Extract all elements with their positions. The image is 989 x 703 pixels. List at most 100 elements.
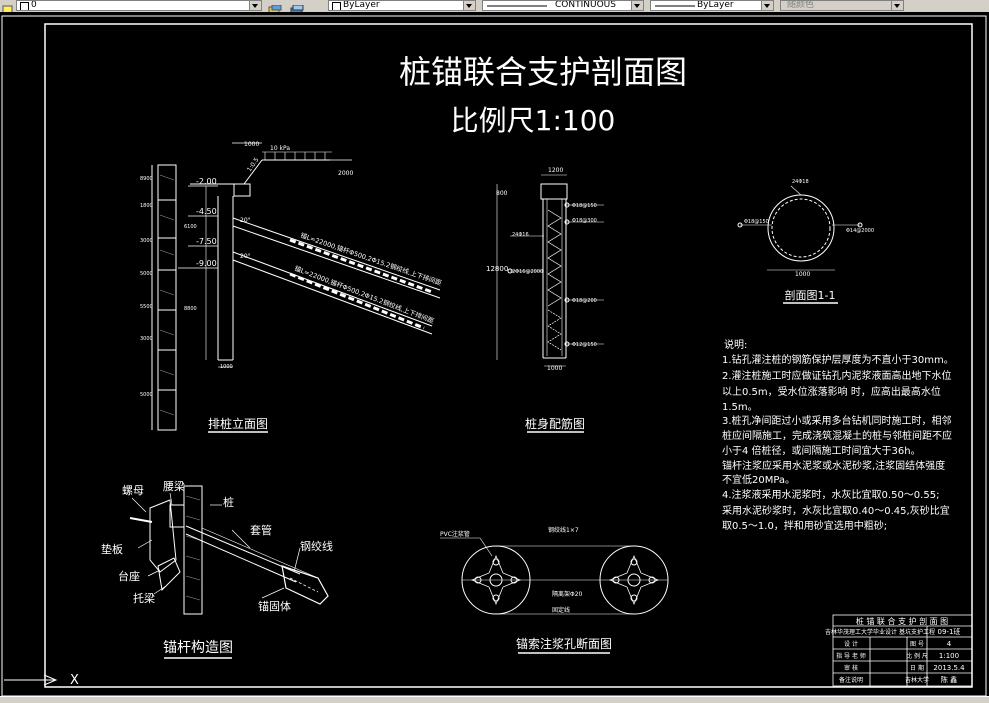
title-block-drawing-no: 4 bbox=[947, 640, 952, 648]
lineweight-dropdown-value: ByLayer bbox=[697, 0, 734, 10]
chevron-down-icon[interactable] bbox=[463, 1, 475, 10]
pile-elev-angle-2: 20° bbox=[240, 253, 251, 260]
rebar-label-2: Φ18@300 bbox=[572, 218, 597, 224]
title-block-school: 吉林大学 bbox=[905, 676, 929, 684]
anchor-label-bracket: 托梁 bbox=[133, 591, 155, 605]
layer-state-icon[interactable] bbox=[2, 0, 14, 12]
rebar-dim-left-top: 800 bbox=[496, 190, 508, 197]
chevron-down-icon bbox=[891, 1, 903, 10]
pile-elev-level-1: -2.00 bbox=[196, 177, 217, 186]
pile-elev-dim-right: 2000 bbox=[338, 170, 353, 177]
section-top-label: 24Φ18 bbox=[792, 179, 809, 185]
title-block-title: 桩 锚 联 合 支 护 剖 面 图 bbox=[856, 616, 948, 626]
grout-label-pvc: PVC注浆管 bbox=[440, 530, 470, 538]
pile-elevation-view bbox=[151, 142, 441, 431]
anchor-label-strand: 钢绞线 bbox=[300, 539, 333, 553]
section-1-1-view bbox=[737, 185, 863, 271]
chevron-down-icon[interactable] bbox=[631, 1, 643, 10]
grout-label-wire: 固定线 bbox=[552, 606, 570, 614]
linetype-dropdown[interactable]: CONTINUOUS bbox=[482, 0, 644, 11]
pile-elev-side-dim-4: 5000 bbox=[140, 271, 153, 277]
anchor-label-base: 台座 bbox=[118, 569, 140, 583]
notes-line-8: 锚杆注浆应采用水泥浆或水泥砂浆,注浆固结体强度 bbox=[722, 459, 945, 472]
notes-line-12: 取0.5～1.0，拌和用砂宜选用中粗砂; bbox=[722, 519, 887, 532]
linetype-preview-icon bbox=[487, 5, 547, 7]
rebar-label-3: Φ18@200 bbox=[572, 298, 597, 304]
anchor-label-sleeve: 套管 bbox=[250, 523, 272, 537]
drawing-canvas[interactable]: 桩锚联合支护剖面图 比例尺1:100 1000 10 kPa 2000 1:0.… bbox=[0, 12, 989, 698]
lineweight-dropdown[interactable]: ByLayer bbox=[650, 0, 774, 11]
pile-elev-side-dim-5: 5500 bbox=[140, 304, 153, 310]
layer-previous-icon[interactable] bbox=[268, 0, 282, 12]
anchor-label-pad: 垫板 bbox=[101, 542, 123, 556]
notes-line-7: 小于4 倍桩径，或间隔施工时间宜大于36h。 bbox=[722, 444, 921, 457]
linetype-dropdown-value: CONTINUOUS bbox=[555, 0, 616, 10]
title-block-drawing-no-label: 图 号 bbox=[910, 641, 924, 648]
rebar-bottom-dim: 1000 bbox=[547, 365, 562, 372]
title-block-scale-label: 比 例 尺 bbox=[906, 652, 928, 660]
anchor-label-pile: 桩 bbox=[223, 495, 234, 509]
pile-elev-level-3: -7.50 bbox=[196, 237, 217, 246]
drawing-title: 桩锚联合支护剖面图 bbox=[399, 53, 687, 91]
notes-line-6: 桩应间隔施工，完成浇筑混凝土的桩与邻桩间距不应 bbox=[722, 429, 952, 442]
pile-elev-level-2: -4.50 bbox=[196, 207, 217, 216]
anchor-label-waist-beam: 腰梁 bbox=[163, 479, 185, 493]
pile-elev-side-dim-6: 3000 bbox=[140, 336, 153, 342]
title-block-date-label: 日 期 bbox=[910, 664, 924, 672]
plotstyle-dropdown-value: 随颜色 bbox=[787, 0, 815, 10]
layers-icon[interactable] bbox=[290, 0, 304, 12]
pile-elev-inner-dim-1: 6100 bbox=[184, 224, 197, 230]
lineweight-preview-icon bbox=[655, 5, 695, 7]
notes-line-11: 采用水泥砂浆时，水灰比宜取0.40～0.45,灰砂比宜 bbox=[722, 504, 950, 517]
grout-label-strand: 钢绞线1×7 bbox=[548, 526, 579, 534]
pile-elev-inner-dim-2: 8800 bbox=[184, 306, 197, 312]
pile-elev-side-dim-3: 3000 bbox=[140, 238, 153, 244]
color-dropdown[interactable]: ByLayer bbox=[328, 0, 476, 11]
title-block-remarks: 备注说明 bbox=[839, 676, 863, 684]
plotstyle-dropdown: 随颜色 bbox=[780, 0, 904, 11]
layer-dropdown[interactable]: 0 bbox=[16, 0, 262, 11]
notes-line-3: 以上0.5m，受水位涨落影响 时，应高出最高水位 bbox=[722, 385, 941, 398]
title-block-review: 审 核 bbox=[844, 664, 858, 672]
section-1-1-label: 剖面图1-1 bbox=[785, 288, 836, 302]
pile-elev-angle-1: 20° bbox=[240, 217, 251, 224]
rebar-label-1: Φ18@150 bbox=[572, 203, 597, 209]
title-block-project: 吉林华茂理工大学毕业设计 基坑支护工程 bbox=[825, 628, 935, 636]
title-block-advisor: 指 导 老 师 bbox=[836, 652, 866, 660]
section-width: 1000 bbox=[795, 271, 810, 278]
title-block-author: 陈 鑫 bbox=[941, 675, 957, 684]
anchor-construction-label: 锚杆构造图 bbox=[163, 640, 233, 656]
section-right-label: Φ14@2000 bbox=[846, 228, 874, 234]
section-left-label: Φ18@150 bbox=[744, 219, 769, 225]
grout-label-spacer: 隔离架Φ20 bbox=[552, 590, 583, 598]
anchor-label-body: 锚固体 bbox=[258, 599, 291, 613]
notes-line-2: 2.灌注桩施工时应做证钻孔内泥浆液面高出地下水位 bbox=[722, 369, 952, 382]
drawing-scale: 比例尺1:100 bbox=[451, 104, 616, 137]
pile-elev-load: 10 kPa bbox=[270, 145, 290, 152]
rebar-label-4: Φ12@150 bbox=[572, 342, 597, 348]
anchor-grout-view bbox=[440, 537, 669, 615]
notes-line-1: 1.钻孔灌注桩的钢筋保护层厚度为不直小于30mm。 bbox=[722, 353, 954, 366]
rebar-label-5: 2Φ16@2000 bbox=[512, 269, 543, 275]
anchor-grout-label: 锚索注浆孔断面图 bbox=[516, 636, 612, 651]
title-block-scale: 1:100 bbox=[939, 652, 959, 660]
pile-elev-side-dim-1: 8900 bbox=[140, 176, 153, 182]
pile-elevation-label: 排桩立面图 bbox=[208, 416, 268, 431]
notes-line-5: 3.桩孔净间距过小或采用多台钻机同时施工时，相邻 bbox=[722, 414, 952, 427]
rebar-dim-top: 1200 bbox=[548, 167, 563, 174]
pile-elev-side-dim-7: 5000 bbox=[140, 392, 153, 398]
notes-line-10: 4.注浆液采用水泥浆时，水灰比宜取0.50～0.55; bbox=[722, 488, 939, 501]
chevron-down-icon[interactable] bbox=[249, 1, 261, 10]
drawing-svg[interactable]: 桩锚联合支护剖面图 比例尺1:100 1000 10 kPa 2000 1:0.… bbox=[0, 12, 989, 698]
pile-elev-bottom-dim: 1000 bbox=[220, 364, 233, 370]
ucs-x-label: X bbox=[70, 673, 79, 688]
pile-elev-level-4: -9.00 bbox=[196, 259, 217, 268]
pile-elev-side-dim-2: 1800 bbox=[140, 203, 153, 209]
pile-elev-dim-top: 1000 bbox=[244, 141, 259, 148]
layer-color-swatch bbox=[20, 2, 29, 10]
title-block-design: 设 计 bbox=[844, 640, 858, 648]
ucs-icon bbox=[4, 674, 58, 686]
notes-line-9: 不宜低20MPa。 bbox=[722, 473, 795, 486]
chevron-down-icon[interactable] bbox=[761, 1, 773, 10]
rebar-dim-left: 12800 bbox=[486, 265, 508, 273]
